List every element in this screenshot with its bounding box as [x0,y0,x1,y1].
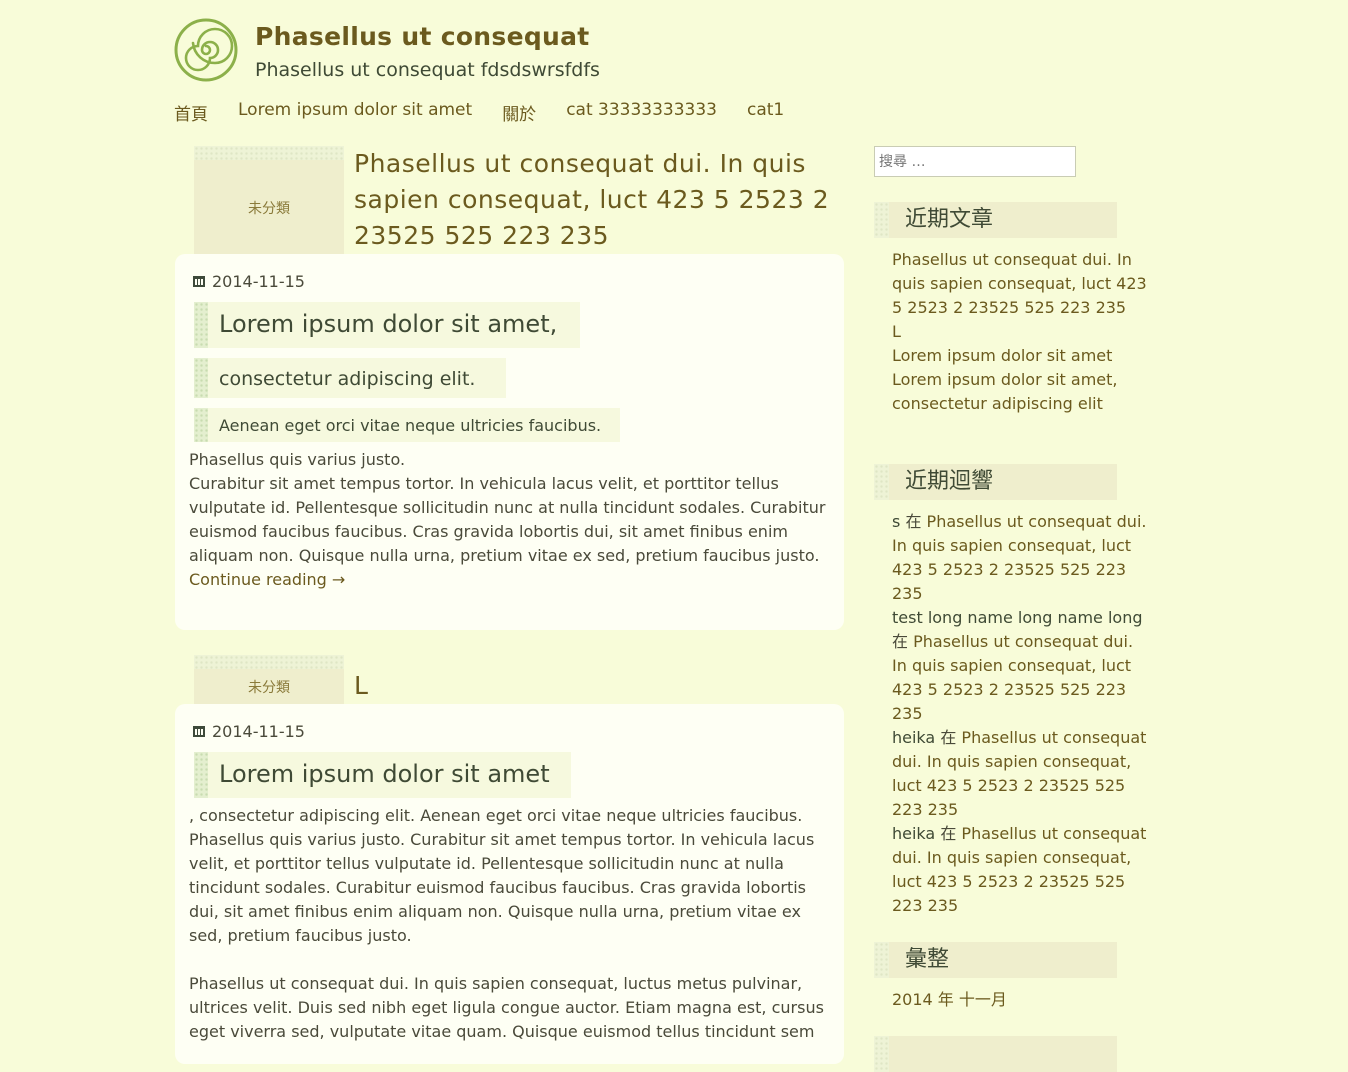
continue-reading-link[interactable]: Continue reading → [189,570,345,589]
comment-post-link[interactable]: Phasellus ut consequat dui. In quis sapi… [892,632,1133,723]
spiral-icon[interactable] [174,18,238,82]
post-paragraph: , consectetur adipiscing elit. Aenean eg… [189,806,815,945]
category-label: 未分類 [248,201,290,217]
nav-item-about[interactable]: 關於 [502,100,536,125]
post-heading-3: Aenean eget orci vitae neque ultricies f… [194,408,620,442]
comment-in-label: 在 [892,632,909,651]
post-title-link[interactable]: L [354,668,368,704]
comment-item: s 在 Phasellus ut consequat dui. In quis … [892,510,1148,606]
post-heading-1: Lorem ipsum dolor sit amet, [194,302,580,348]
calendar-icon [193,726,205,737]
recent-comments-list: s 在 Phasellus ut consequat dui. In quis … [892,510,1148,918]
nav-item-home[interactable]: 首頁 [174,100,208,125]
comment-item: heika 在 Phasellus ut consequat dui. In q… [892,822,1148,918]
post-heading-2-text: consectetur adipiscing elit. [219,368,476,390]
comment-item: heika 在 Phasellus ut consequat dui. In q… [892,726,1148,822]
post-date: 2014-11-15 [193,272,305,291]
post-card: 2014-11-15 Lorem ipsum dolor sit amet , … [175,704,844,1064]
archive-link[interactable]: 2014 年 十一月 [892,990,1007,1009]
post-heading-1: Lorem ipsum dolor sit amet [194,752,571,798]
widget-title-partial [874,1036,1117,1072]
nav-item-lorem[interactable]: Lorem ipsum dolor sit amet [238,100,472,125]
post-content: , consectetur adipiscing elit. Aenean eg… [189,804,834,1044]
recent-posts-list: Phasellus ut consequat dui. In quis sapi… [892,248,1148,416]
comment-in-label: 在 [940,824,957,843]
post-category-badge[interactable]: 未分類 [194,146,344,256]
dotted-pattern [194,655,344,669]
post-date: 2014-11-15 [193,722,305,741]
comment-author: s [892,512,901,531]
comment-item: test long name long name long 在 Phasellu… [892,606,1148,726]
search-input[interactable] [874,146,1076,177]
recent-post-link[interactable]: Phasellus ut consequat dui. In quis sapi… [892,250,1147,317]
post-title-link[interactable]: Phasellus ut consequat dui. In quis sapi… [354,146,834,254]
site-description: Phasellus ut consequat fdsdswrsfdfs [255,59,600,81]
post-heading-3-text: Aenean eget orci vitae neque ultricies f… [219,416,602,435]
widget-title-recent-comments: 近期迴響 [874,464,1117,500]
recent-post-link[interactable]: Lorem ipsum dolor sit amet [892,346,1112,365]
comment-author-link[interactable]: heika [892,824,935,843]
widget-title-archives: 彙整 [874,942,1117,978]
post-heading-1-text: Lorem ipsum dolor sit amet, [219,310,558,338]
post-paragraph: Phasellus quis varius justo. [189,450,406,469]
post-date-text[interactable]: 2014-11-15 [212,722,305,741]
post-category-badge[interactable]: 未分類 [194,655,344,707]
recent-post-link[interactable]: Lorem ipsum dolor sit amet, consectetur … [892,370,1118,413]
post-card: 2014-11-15 Lorem ipsum dolor sit amet, c… [175,254,844,630]
nav-item-cat1[interactable]: cat1 [747,100,784,125]
dotted-pattern [194,146,344,160]
comment-post-link[interactable]: Phasellus ut consequat dui. In quis sapi… [892,512,1146,603]
calendar-icon [193,276,205,287]
post-paragraph: Phasellus ut consequat dui. In quis sapi… [189,974,824,1041]
main-nav: 首頁 Lorem ipsum dolor sit amet 關於 cat 333… [174,100,814,125]
nav-item-cat3[interactable]: cat 33333333333 [566,100,717,125]
post-excerpt: Phasellus quis varius justo. Curabitur s… [189,448,834,592]
category-label: 未分類 [248,680,290,696]
post-heading-1-text: Lorem ipsum dolor sit amet [219,760,550,788]
post-date-text[interactable]: 2014-11-15 [212,272,305,291]
widget-title-recent-posts: 近期文章 [874,202,1117,238]
comment-author-link[interactable]: heika [892,728,935,747]
site-title-link[interactable]: Phasellus ut consequat [255,22,590,51]
comment-in-label: 在 [905,512,922,531]
archives-list: 2014 年 十一月 [892,988,1148,1012]
post-paragraph: Curabitur sit amet tempus tortor. In veh… [189,474,826,565]
recent-post-link[interactable]: L [892,322,901,341]
post-heading-2: consectetur adipiscing elit. [194,358,506,398]
comment-author: test long name long name long [892,608,1143,627]
comment-in-label: 在 [940,728,957,747]
